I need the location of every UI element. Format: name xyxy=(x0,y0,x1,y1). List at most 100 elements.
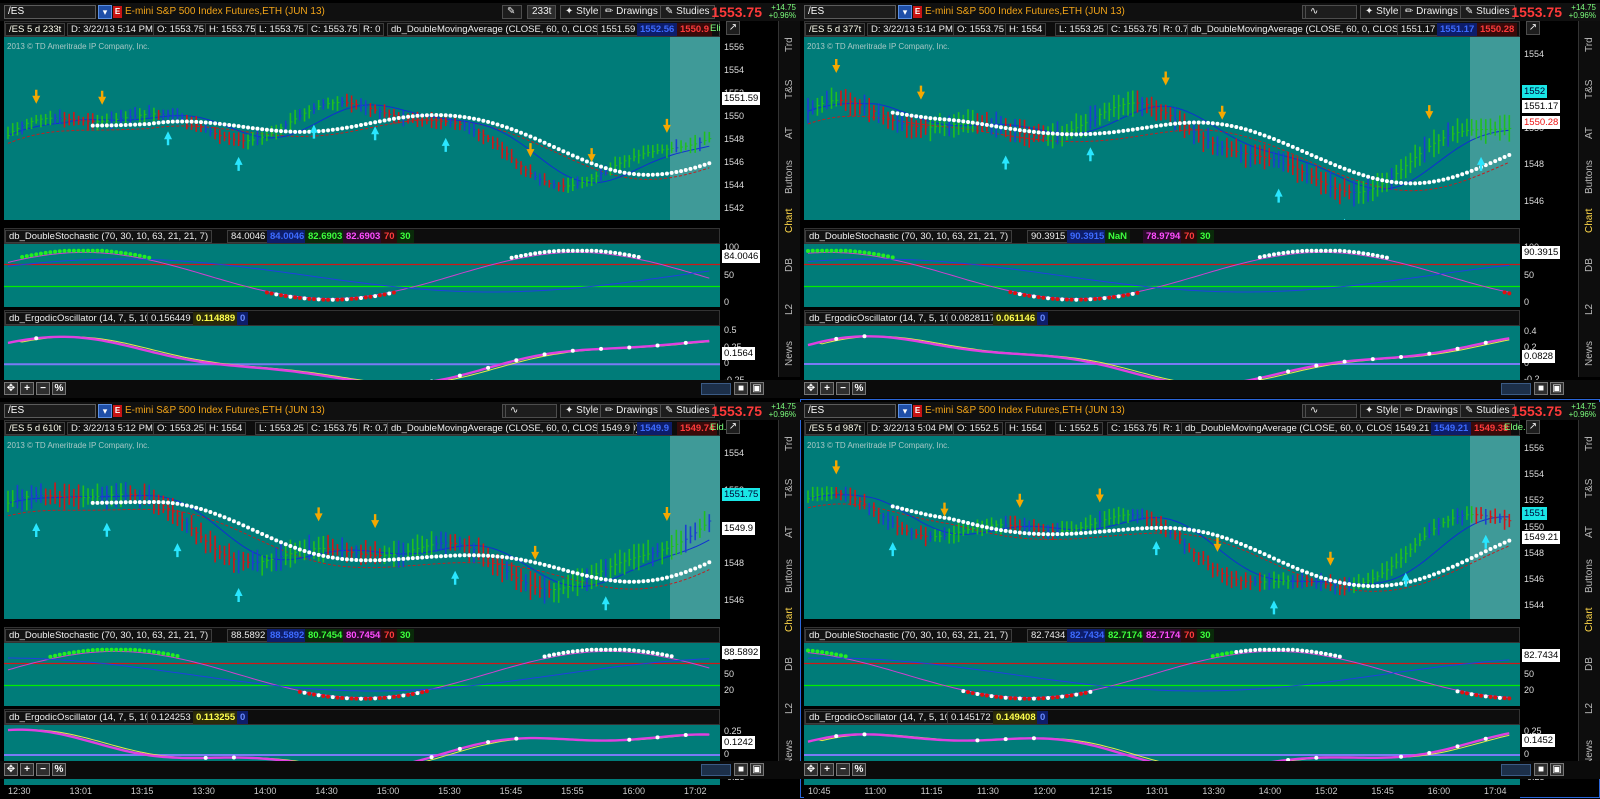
side-tab-buttons[interactable]: Buttons xyxy=(782,556,798,596)
zoom-out-button[interactable]: − xyxy=(36,382,50,395)
side-tab-l2[interactable]: L2 xyxy=(782,688,798,728)
scroll-right-button[interactable]: ■ xyxy=(734,382,748,395)
stoch-pane[interactable] xyxy=(804,643,1520,706)
side-tab-news[interactable]: News xyxy=(1582,333,1598,373)
style-button[interactable]: ✦ Style xyxy=(1360,5,1404,19)
expand-button[interactable]: ▣ xyxy=(750,382,764,395)
stoch-pane[interactable] xyxy=(4,244,720,307)
symbol-dropdown-button[interactable]: ▾ xyxy=(898,5,912,19)
ergodic-pane[interactable] xyxy=(804,326,1520,386)
style-button[interactable]: ✦ Style xyxy=(560,404,604,418)
time-axis[interactable]: 10:45 11:00 11:15 11:30 12:00 12:15 13:01 13:30… xyxy=(804,785,1520,799)
symbol-input[interactable]: /ES xyxy=(804,404,896,418)
side-tab-db[interactable]: DB xyxy=(782,245,798,285)
maximize-button[interactable]: ↗ xyxy=(1526,420,1540,434)
zoom-out-button[interactable]: − xyxy=(836,763,850,776)
chart-panel[interactable]: /ES ▾ E E-mini S&P 500 Index Futures,ETH… xyxy=(800,399,1600,799)
side-tab-news[interactable]: News xyxy=(782,333,798,373)
ergodic-pane[interactable] xyxy=(4,326,720,386)
symbol-dropdown-button[interactable]: ▾ xyxy=(98,404,112,418)
side-tab-trd[interactable]: Trd xyxy=(1582,25,1598,65)
side-tab-db[interactable]: DB xyxy=(1582,644,1598,684)
price-pane[interactable]: 2013 © TD Ameritrade IP Company, Inc. xyxy=(804,436,1520,619)
side-tab-trd[interactable]: Trd xyxy=(1582,424,1598,464)
percent-button[interactable]: % xyxy=(852,382,866,395)
side-tab-trd[interactable]: Trd xyxy=(782,25,798,65)
side-tab-at[interactable]: AT xyxy=(782,113,798,153)
side-tab-l2[interactable]: L2 xyxy=(1582,688,1598,728)
chart-panel[interactable]: /ES ▾ E E-mini S&P 500 Index Futures,ETH… xyxy=(800,0,1600,400)
studies-button[interactable]: ✎ Studies xyxy=(1460,404,1515,418)
side-tab-db[interactable]: DB xyxy=(1582,245,1598,285)
side-tab-ts[interactable]: T&S xyxy=(782,69,798,109)
symbol-dropdown-button[interactable]: ▾ xyxy=(98,5,112,19)
chart-panel[interactable]: /ES ▾ E E-mini S&P 500 Index Futures,ETH… xyxy=(0,0,800,400)
side-tab-ts[interactable]: T&S xyxy=(782,468,798,508)
expand-button[interactable]: ▣ xyxy=(750,763,764,776)
price-axis[interactable]: 15561554155215501548154615441542 xyxy=(722,37,778,220)
zoom-in-button[interactable]: + xyxy=(20,382,34,395)
chart-panel[interactable]: /ES ▾ E E-mini S&P 500 Index Futures,ETH… xyxy=(0,399,800,799)
side-tab-at[interactable]: AT xyxy=(1582,512,1598,552)
side-tab-buttons[interactable]: Buttons xyxy=(782,157,798,197)
horizontal-scrollbar[interactable] xyxy=(1501,764,1531,776)
symbol-input[interactable]: /ES xyxy=(4,404,96,418)
stoch-pane[interactable] xyxy=(804,244,1520,307)
percent-button[interactable]: % xyxy=(52,382,66,395)
side-tab-l2[interactable]: L2 xyxy=(1582,289,1598,329)
horizontal-scrollbar[interactable] xyxy=(1501,383,1531,395)
expand-button[interactable]: ▣ xyxy=(1550,763,1564,776)
scroll-right-button[interactable]: ■ xyxy=(1534,382,1548,395)
percent-button[interactable]: % xyxy=(852,763,866,776)
pan-button[interactable]: ✥ xyxy=(4,763,18,776)
side-tab-buttons[interactable]: Buttons xyxy=(1582,556,1598,596)
price-pane[interactable]: 2013 © TD Ameritrade IP Company, Inc. xyxy=(4,37,720,220)
maximize-button[interactable]: ↗ xyxy=(1526,21,1540,35)
side-tab-ts[interactable]: T&S xyxy=(1582,69,1598,109)
settings-button[interactable]: ✎ xyxy=(502,5,522,19)
drawings-button[interactable]: ✏ Drawings xyxy=(1400,5,1463,19)
side-tab-buttons[interactable]: Buttons xyxy=(1582,157,1598,197)
studies-button[interactable]: ✎ Studies xyxy=(660,404,715,418)
price-axis[interactable]: 1556 1554 1552 1550 1548 1546 1544 xyxy=(1522,436,1578,619)
symbol-input[interactable]: /ES xyxy=(804,5,896,19)
side-tab-at[interactable]: AT xyxy=(782,512,798,552)
side-tab-db[interactable]: DB xyxy=(782,644,798,684)
aggregation-button[interactable]: 233t xyxy=(527,5,557,19)
drawings-button[interactable]: ✏ Drawings xyxy=(600,5,663,19)
scroll-right-button[interactable]: ■ xyxy=(1534,763,1548,776)
side-tab-trd[interactable]: Trd xyxy=(782,424,798,464)
maximize-button[interactable]: ↗ xyxy=(726,420,740,434)
pan-button[interactable]: ✥ xyxy=(804,382,818,395)
style-button[interactable]: ✦ Style xyxy=(1360,404,1404,418)
link-button[interactable]: ∿ xyxy=(1305,5,1357,19)
zoom-out-button[interactable]: − xyxy=(36,763,50,776)
side-tab-chart[interactable]: Chart xyxy=(782,600,798,640)
link-button[interactable]: ∿ xyxy=(505,404,557,418)
side-tab-ts[interactable]: T&S xyxy=(1582,468,1598,508)
scroll-right-button[interactable]: ■ xyxy=(734,763,748,776)
maximize-button[interactable]: ↗ xyxy=(726,21,740,35)
horizontal-scrollbar[interactable] xyxy=(701,383,731,395)
drawings-button[interactable]: ✏ Drawings xyxy=(1400,404,1463,418)
expand-button[interactable]: ▣ xyxy=(1550,382,1564,395)
symbol-dropdown-button[interactable]: ▾ xyxy=(898,404,912,418)
pan-button[interactable]: ✥ xyxy=(804,763,818,776)
pan-button[interactable]: ✥ xyxy=(4,382,18,395)
zoom-in-button[interactable]: + xyxy=(820,382,834,395)
side-tab-l2[interactable]: L2 xyxy=(782,289,798,329)
time-axis[interactable]: 12:30 13:01 13:15 13:30 14:00 14:30 15:00 15:30… xyxy=(4,785,720,799)
horizontal-scrollbar[interactable] xyxy=(701,764,731,776)
side-tab-chart[interactable]: Chart xyxy=(1582,600,1598,640)
studies-button[interactable]: ✎ Studies xyxy=(660,5,715,19)
percent-button[interactable]: % xyxy=(52,763,66,776)
side-tab-chart[interactable]: Chart xyxy=(782,201,798,241)
zoom-in-button[interactable]: + xyxy=(820,763,834,776)
link-button[interactable]: ∿ xyxy=(1305,404,1357,418)
zoom-in-button[interactable]: + xyxy=(20,763,34,776)
symbol-input[interactable]: /ES xyxy=(4,5,96,19)
studies-button[interactable]: ✎ Studies xyxy=(1460,5,1515,19)
drawings-button[interactable]: ✏ Drawings xyxy=(600,404,663,418)
stoch-pane[interactable] xyxy=(4,643,720,706)
side-tab-at[interactable]: AT xyxy=(1582,113,1598,153)
